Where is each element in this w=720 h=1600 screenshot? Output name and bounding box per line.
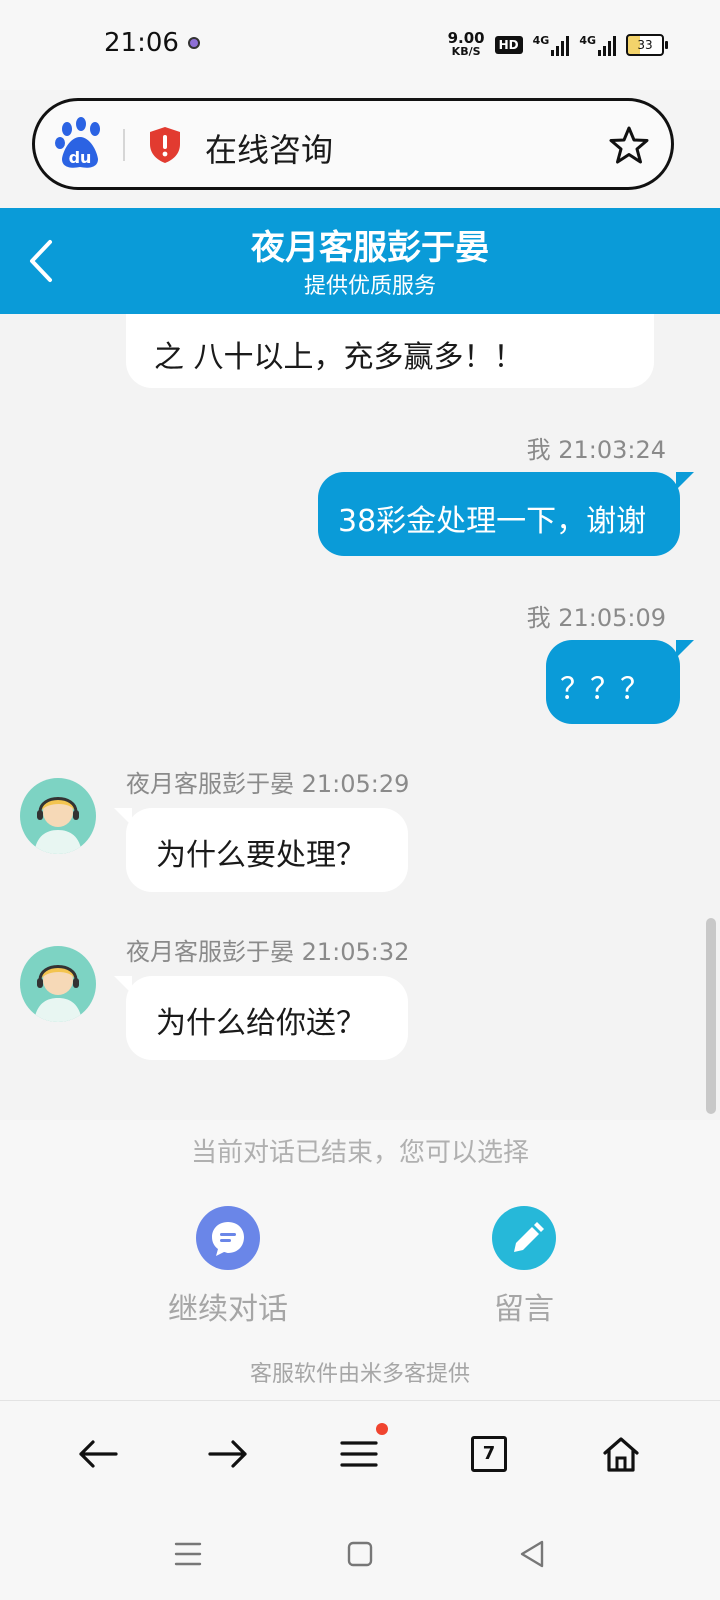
menu-icon (340, 1441, 378, 1467)
url-bar[interactable]: du 在线咨询 (32, 98, 674, 190)
bookmark-star-icon[interactable] (609, 125, 649, 165)
leave-message-button[interactable]: 留言 (424, 1206, 624, 1328)
svg-text:du: du (69, 148, 92, 167)
message-text: ？？？ (560, 672, 650, 707)
message-bubble: ？？？ (546, 640, 694, 724)
home-icon (603, 1437, 639, 1472)
signal-strength-icon: 4G (533, 34, 570, 56)
agent-avatar[interactable] (20, 946, 96, 1022)
agent-avatar[interactable] (20, 778, 96, 854)
page-title[interactable]: 在线咨询 (205, 125, 333, 171)
arrow-right-icon (208, 1440, 247, 1468)
continue-chat-button[interactable]: 继续对话 (128, 1206, 328, 1328)
tab-count: 7 (471, 1436, 507, 1472)
browser-toolbar: 7 (0, 1400, 720, 1511)
signal-strength-2-icon: 4G (579, 34, 616, 56)
url-divider (123, 129, 125, 161)
message-text: 为什么给你送？ (156, 1006, 366, 1041)
powered-by-text: 客服软件由米多客提供 (249, 1362, 470, 1387)
network-speed-value: 9.00 (447, 29, 485, 47)
battery-icon: 33 (626, 34, 668, 56)
message-text: 38彩金处理一下，谢谢 (338, 504, 647, 539)
network-type-label: 4G (532, 34, 550, 47)
status-time: 21:06 (104, 28, 179, 58)
support-agent-icon (34, 965, 82, 1022)
hd-voice-icon: HD (494, 36, 523, 54)
chat-subtitle: 提供优质服务 (303, 274, 436, 299)
baidu-logo-icon: du (55, 117, 100, 168)
notification-dot-icon (188, 37, 200, 49)
message-bubble: 为什么给你送？ (114, 976, 408, 1060)
message-list[interactable]: 之 八十以上，充多赢多！！ 我 21:03:24 38彩金处理一下，谢谢 我 2… (0, 314, 720, 1120)
scrollbar[interactable] (706, 918, 716, 1114)
conversation-ended-notice: 当前对话已结束，您可以选择 (190, 1138, 529, 1168)
recent-apps-icon[interactable] (170, 1536, 206, 1572)
message-bubble: 之 八十以上，充多赢多！！ (126, 314, 654, 388)
battery-level: 33 (637, 38, 653, 52)
message-text: 为什么要处理？ (156, 838, 366, 873)
message-meta: 夜月客服彭于晏 21:05:29 (126, 770, 410, 798)
continue-chat-icon (196, 1206, 260, 1270)
message-text: 之 八十以上，充多赢多！！ (154, 340, 524, 375)
forward-button[interactable] (203, 1429, 253, 1479)
leave-message-label: 留言 (494, 1292, 554, 1327)
home-square-icon[interactable] (342, 1536, 378, 1572)
tabs-button[interactable]: 7 (464, 1429, 514, 1479)
menu-button[interactable] (334, 1423, 388, 1479)
chat-title: 夜月客服彭于晏 (251, 228, 489, 268)
home-button[interactable] (596, 1429, 646, 1479)
pencil-icon (492, 1206, 556, 1270)
notification-dot-icon (376, 1423, 388, 1435)
system-navigation-bar (0, 1510, 720, 1600)
chat-header: 夜月客服彭于晏 提供优质服务 (0, 208, 720, 314)
message-bubble: 38彩金处理一下，谢谢 (318, 472, 694, 556)
back-triangle-icon[interactable] (514, 1536, 550, 1572)
status-bar: 21:06 9.00 KB/S HD 4G 4G 33 (0, 0, 720, 90)
message-meta: 我 21:05:09 (526, 604, 666, 632)
arrow-left-icon (79, 1440, 118, 1468)
message-bubble: 为什么要处理？ (114, 808, 408, 892)
security-shield-icon[interactable] (147, 125, 183, 165)
status-indicators: 9.00 KB/S HD 4G 4G 33 (447, 28, 668, 62)
continue-chat-label: 继续对话 (168, 1292, 288, 1327)
conversation-ended-panel: 当前对话已结束，您可以选择 继续对话 留言 客服软件由米多客提供 (0, 1120, 720, 1400)
message-meta: 我 21:03:24 (526, 436, 666, 464)
message-meta: 夜月客服彭于晏 21:05:32 (126, 938, 410, 966)
network-speed: 9.00 KB/S (447, 29, 485, 59)
support-agent-icon (34, 797, 82, 854)
network-type-2-label: 4G (579, 34, 596, 47)
network-speed-unit: KB/S (451, 45, 481, 58)
back-button[interactable] (73, 1429, 123, 1479)
